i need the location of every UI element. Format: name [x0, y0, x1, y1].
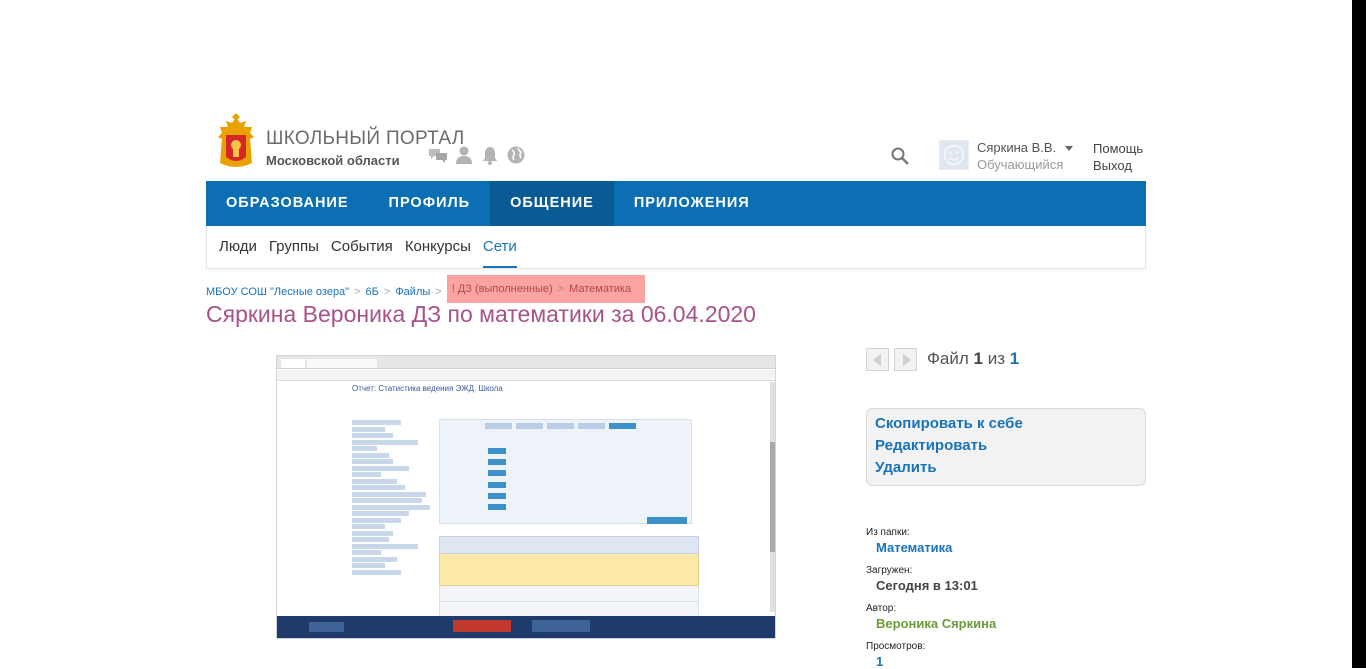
user-icon[interactable]	[454, 145, 474, 165]
globe-icon[interactable]	[506, 145, 526, 165]
preview-report-table	[439, 536, 699, 618]
breadcrumb-separator: >	[435, 286, 442, 298]
sub-nav-konkursy[interactable]: Конкурсы	[405, 226, 471, 268]
page-title: Сяркина Вероника ДЗ по математики за 06.…	[206, 301, 756, 327]
main-nav-prilozheniya[interactable]: ПРИЛОЖЕНИЯ	[614, 181, 770, 226]
breadcrumb-separator: >	[354, 286, 361, 298]
file-counter-total: 1	[1009, 349, 1020, 368]
copy-to-me-link[interactable]: Скопировать к себе	[875, 415, 1137, 437]
help-link[interactable]: Помощь	[1093, 141, 1143, 156]
preview-address-bar	[277, 370, 775, 381]
avatar[interactable]	[939, 140, 969, 170]
prev-file-button[interactable]	[866, 348, 889, 371]
main-nav-obrazovanie[interactable]: ОБРАЗОВАНИЕ	[206, 181, 369, 226]
author-label: Автор:	[866, 603, 897, 614]
chat-icon[interactable]	[428, 145, 448, 165]
main-nav-profil[interactable]: ПРОФИЛЬ	[369, 181, 491, 226]
preview-scrollbar	[770, 382, 775, 612]
uploaded-label: Загружен:	[866, 565, 913, 576]
sub-nav-sobytiya[interactable]: События	[331, 226, 393, 268]
breadcrumb-highlight: ! ДЗ (выполненные) > Математика	[446, 275, 646, 303]
user-name[interactable]: Сяркина В.В.	[977, 140, 1056, 155]
breadcrumb-math[interactable]: Математика	[569, 283, 631, 295]
moscow-region-coat-of-arms-logo[interactable]	[214, 113, 258, 171]
views-label: Просмотров:	[866, 641, 926, 652]
window-scrollbar[interactable]	[1352, 0, 1366, 668]
sub-nav: Люди Группы События Конкурсы Сети	[206, 226, 1146, 269]
breadcrumb-separator: >	[557, 282, 565, 295]
author-link[interactable]: Вероника Сяркина	[876, 616, 996, 631]
file-counter: Файл 1 из 1	[927, 349, 1019, 369]
breadcrumb: МБОУ СОШ "Лесные озера" > 6Б > Файлы > !…	[206, 275, 646, 303]
next-file-button[interactable]	[894, 348, 917, 371]
preview-tab	[281, 359, 305, 368]
breadcrumb-class[interactable]: 6Б	[366, 286, 379, 298]
preview-sidebar	[352, 420, 434, 610]
preview-tab	[307, 359, 377, 368]
sub-nav-lyudi[interactable]: Люди	[219, 226, 257, 268]
preview-taskbar	[277, 616, 775, 638]
file-actions-panel: Скопировать к себе Редактировать Удалить	[866, 408, 1146, 486]
header-icons	[428, 145, 526, 165]
user-role: Обучающийся	[977, 157, 1064, 172]
bell-icon[interactable]	[480, 145, 500, 165]
breadcrumb-files[interactable]: Файлы	[395, 286, 430, 298]
folder-label: Из папки:	[866, 527, 910, 538]
preview-build-report-button	[647, 517, 687, 524]
preview-year-tabs	[485, 423, 636, 429]
breadcrumb-homework-done[interactable]: ! ДЗ (выполненные)	[452, 283, 553, 295]
folder-link[interactable]: Математика	[876, 540, 952, 555]
preview-report-title: Отчет: Статистика ведения ЭЖД. Школа	[352, 384, 503, 393]
edit-link[interactable]: Редактировать	[875, 437, 1137, 459]
brand-subtitle[interactable]: Московской области	[266, 153, 400, 168]
sub-nav-gruppy[interactable]: Группы	[269, 226, 319, 268]
file-counter-current: 1	[973, 349, 983, 368]
preview-filter-form	[439, 419, 692, 524]
file-counter-label: Файл	[927, 349, 969, 368]
logout-link[interactable]: Выход	[1093, 158, 1132, 173]
search-icon[interactable]	[890, 146, 910, 166]
breadcrumb-separator: >	[383, 286, 391, 298]
main-nav: ОБРАЗОВАНИЕ ПРОФИЛЬ ОБЩЕНИЕ ПРИЛОЖЕНИЯ	[206, 181, 1146, 226]
sub-nav-seti[interactable]: Сети	[482, 226, 517, 268]
chevron-down-icon[interactable]	[1065, 146, 1073, 151]
uploaded-value: Сегодня в 13:01	[876, 578, 978, 593]
breadcrumb-school[interactable]: МБОУ СОШ "Лесные озера"	[206, 286, 349, 298]
delete-link[interactable]: Удалить	[875, 459, 1137, 481]
views-count: 1	[876, 654, 884, 669]
file-counter-of: из	[987, 349, 1006, 368]
file-preview-image[interactable]: Отчет: Статистика ведения ЭЖД. Школа	[276, 355, 776, 639]
main-nav-obshchenie[interactable]: ОБЩЕНИЕ	[490, 181, 614, 226]
